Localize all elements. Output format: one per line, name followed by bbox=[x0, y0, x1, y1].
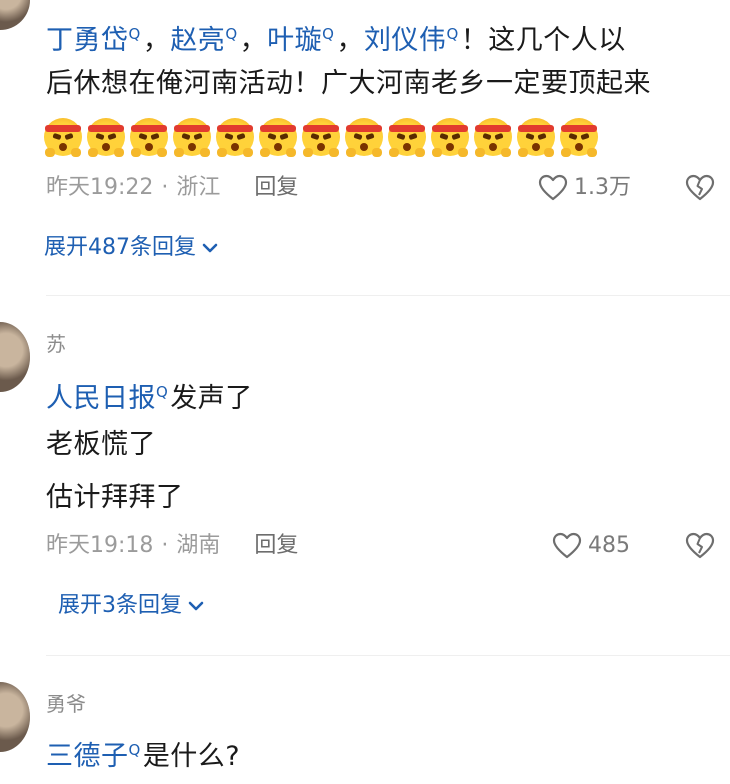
like-button[interactable]: 485 bbox=[552, 530, 630, 562]
comment-text-line: 三德子Q是什么? bbox=[46, 730, 240, 777]
angry-headband-emoji bbox=[560, 118, 598, 157]
comment-text: 是什么? bbox=[142, 741, 241, 772]
username[interactable]: 苏 bbox=[46, 330, 66, 358]
angry-headband-emoji bbox=[44, 118, 82, 157]
username[interactable]: 勇爷 bbox=[46, 690, 86, 718]
expand-label: 展开3条回复 bbox=[58, 593, 182, 618]
comment-meta: 昨天19:22 · 浙江 回复 bbox=[46, 172, 298, 204]
comment-text: 发声了 bbox=[170, 383, 253, 414]
separator: · bbox=[161, 175, 169, 200]
comment-text: ， bbox=[239, 25, 268, 56]
mention-link[interactable]: 赵亮 bbox=[170, 25, 225, 56]
expand-label: 展开487条回复 bbox=[44, 235, 196, 260]
dislike-button[interactable] bbox=[685, 532, 715, 560]
search-icon: Q bbox=[322, 25, 335, 43]
mention-link[interactable]: 叶璇 bbox=[267, 25, 322, 56]
avatar[interactable] bbox=[0, 322, 30, 392]
comment-meta: 昨天19:18 · 湖南 回复 bbox=[46, 530, 298, 562]
search-icon: Q bbox=[446, 25, 459, 43]
avatar[interactable] bbox=[0, 682, 30, 752]
search-icon: Q bbox=[225, 25, 238, 43]
avatar[interactable] bbox=[0, 0, 30, 30]
angry-headband-emoji bbox=[216, 118, 254, 157]
angry-headband-emoji bbox=[474, 118, 512, 157]
divider bbox=[46, 655, 730, 656]
chevron-down-icon bbox=[188, 601, 204, 611]
like-count: 1.3万 bbox=[574, 175, 631, 200]
location: 浙江 bbox=[176, 175, 221, 200]
search-icon: Q bbox=[128, 25, 141, 43]
comment-text: ， bbox=[142, 25, 171, 56]
chevron-down-icon bbox=[202, 243, 218, 253]
expand-replies-button[interactable]: 展开3条回复 bbox=[58, 590, 206, 622]
heart-outline-icon bbox=[552, 532, 582, 559]
emoji-row bbox=[44, 118, 598, 158]
like-button[interactable]: 1.3万 bbox=[538, 172, 631, 204]
like-count: 485 bbox=[588, 533, 630, 558]
comment-text: ！这几个人以 bbox=[460, 25, 626, 56]
search-icon: Q bbox=[128, 741, 141, 759]
comment-text-line: 估计拜拜了 bbox=[46, 482, 184, 513]
comment-text: ， bbox=[336, 25, 364, 56]
timestamp: 昨天19:22 bbox=[46, 175, 154, 200]
angry-headband-emoji bbox=[388, 118, 426, 157]
mention-link[interactable]: 刘仪伟 bbox=[364, 25, 447, 56]
broken-heart-icon bbox=[685, 174, 715, 201]
heart-outline-icon bbox=[538, 174, 568, 201]
dislike-button[interactable] bbox=[685, 174, 715, 202]
timestamp: 昨天19:18 bbox=[46, 533, 154, 558]
expand-replies-button[interactable]: 展开487条回复 bbox=[44, 232, 220, 264]
comment-text-line: 丁勇岱Q，赵亮Q，叶璇Q，刘仪伟Q！这几个人以 bbox=[46, 14, 626, 61]
comment-text-line: 老板慌了 bbox=[46, 429, 156, 460]
reply-button[interactable]: 回复 bbox=[254, 175, 298, 200]
divider bbox=[46, 295, 730, 296]
angry-headband-emoji bbox=[431, 118, 469, 157]
location: 湖南 bbox=[176, 533, 221, 558]
broken-heart-icon bbox=[685, 532, 715, 559]
separator: · bbox=[161, 533, 169, 558]
search-icon: Q bbox=[156, 383, 169, 401]
angry-headband-emoji bbox=[345, 118, 383, 157]
comment-text-line: 后休想在俺河南活动！广大河南老乡一定要顶起来 bbox=[46, 68, 651, 99]
mention-link[interactable]: 三德子 bbox=[46, 741, 129, 772]
mention-link[interactable]: 人民日报 bbox=[46, 383, 156, 414]
angry-headband-emoji bbox=[259, 118, 297, 157]
angry-headband-emoji bbox=[130, 118, 168, 157]
angry-headband-emoji bbox=[302, 118, 340, 157]
reply-button[interactable]: 回复 bbox=[254, 533, 298, 558]
angry-headband-emoji bbox=[173, 118, 211, 157]
angry-headband-emoji bbox=[87, 118, 125, 157]
mention-link[interactable]: 丁勇岱 bbox=[46, 25, 129, 56]
comment-text-line: 人民日报Q发声了 bbox=[46, 372, 253, 419]
angry-headband-emoji bbox=[517, 118, 555, 157]
